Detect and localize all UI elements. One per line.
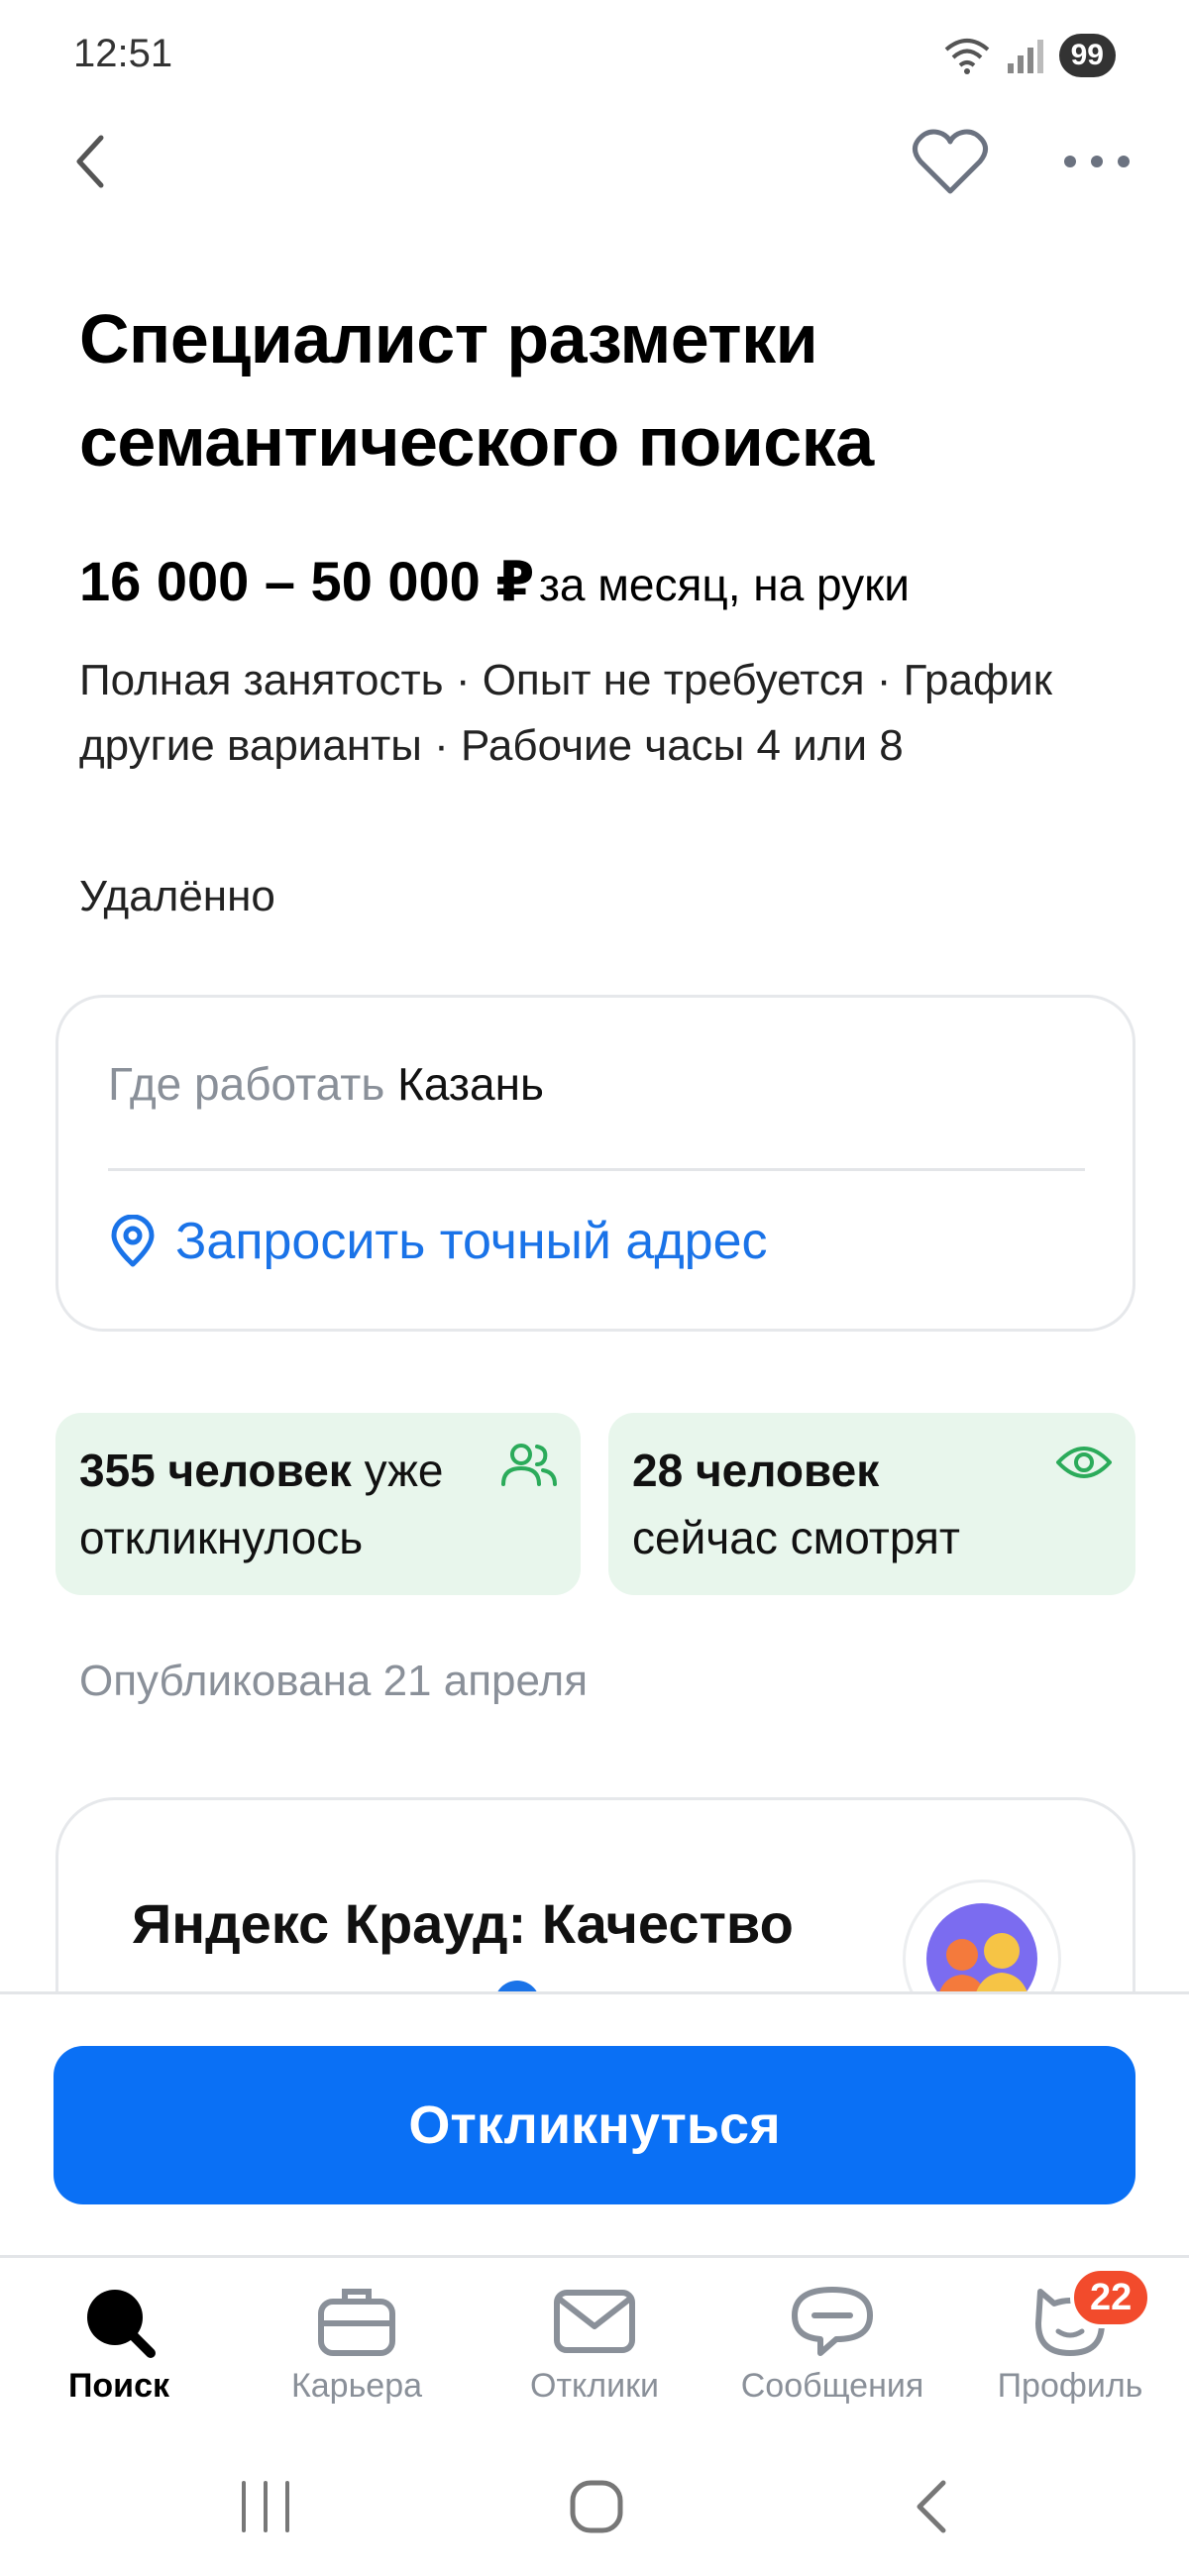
system-back-button[interactable] (882, 2467, 981, 2546)
location-label: Где работать (108, 1058, 385, 1110)
home-button[interactable] (547, 2467, 646, 2546)
salary-amount: 16 000 – 50 000 ₽ (79, 550, 535, 612)
signal-icon (1007, 40, 1043, 73)
heart-icon (913, 129, 988, 194)
tab-responses[interactable]: Отклики (476, 2258, 713, 2426)
location-card: Где работать Казань Запросить точный адр… (55, 995, 1135, 1332)
tab-search-label: Поиск (67, 2367, 170, 2405)
company-name: Яндекс Крауд: Качество (132, 1892, 794, 1955)
status-bar: 12:51 99 (0, 0, 1189, 119)
recent-apps-button[interactable] (216, 2467, 315, 2546)
top-nav (0, 119, 1189, 198)
location-pin-icon (111, 1215, 155, 1267)
vacancy-title: Специалист разметки семантического поиск… (79, 300, 874, 481)
wifi-icon (944, 39, 989, 74)
request-address-label: Запросить точный адрес (175, 1213, 768, 1270)
favorite-button[interactable] (906, 123, 995, 202)
tab-messages-label: Сообщения (740, 2367, 924, 2405)
viewing-stat-card: 28 человек сейчас смотрят (608, 1413, 1135, 1595)
divider (108, 1168, 1085, 1171)
chat-icon (792, 2287, 873, 2356)
location-row: Где работать Казань (108, 1057, 544, 1111)
profile-badge: 22 (1070, 2267, 1152, 2328)
back-button[interactable] (59, 127, 119, 196)
tab-profile-label: Профиль (997, 2367, 1143, 2405)
home-icon (570, 2480, 623, 2533)
tab-search[interactable]: Поиск (0, 2258, 238, 2426)
employment-conditions: Полная занятость · Опыт не требуется · Г… (79, 656, 1053, 770)
request-address-link[interactable]: Запросить точный адрес (108, 1212, 768, 1271)
status-time: 12:51 (73, 32, 173, 75)
viewing-stat-text: 28 человек сейчас смотрят (632, 1437, 960, 1571)
tab-career[interactable]: Карьера (238, 2258, 476, 2426)
more-options-button[interactable] (1054, 127, 1139, 196)
search-icon (87, 2290, 156, 2358)
location-city: Казань (397, 1058, 544, 1110)
salary-note: за месяц, на руки (538, 559, 910, 610)
chevron-left-icon (76, 135, 104, 188)
tab-profile[interactable]: Профиль (951, 2258, 1189, 2426)
bottom-tab-bar: Поиск Карьера Отклики Сообщения Профиль (0, 2255, 1189, 2427)
viewing-count: 28 человек (632, 1445, 880, 1496)
apply-panel: Откликнуться (0, 1991, 1189, 2255)
people-icon (501, 1444, 557, 1486)
envelope-icon (554, 2290, 635, 2353)
briefcase-icon (318, 2289, 395, 2356)
tab-responses-label: Отклики (530, 2367, 659, 2405)
work-format: Удалённо (79, 872, 275, 920)
applied-stat-card: 355 человек уже откликнулось (55, 1413, 581, 1595)
more-dots-icon (1064, 156, 1130, 167)
system-nav-bar (0, 2427, 1189, 2576)
tab-career-label: Карьера (290, 2367, 423, 2405)
recent-apps-icon (242, 2481, 289, 2532)
viewing-rest: сейчас смотрят (632, 1512, 960, 1563)
tab-messages[interactable]: Сообщения (713, 2258, 951, 2426)
applied-count: 355 человек (79, 1445, 352, 1496)
status-icons: 99 (942, 34, 1116, 77)
salary-line: 16 000 – 50 000 ₽ за месяц, на руки (79, 547, 1130, 631)
eye-icon (1056, 1447, 1112, 1478)
apply-button[interactable]: Откликнуться (54, 2046, 1135, 2204)
back-arrow-icon (917, 2480, 946, 2533)
published-date: Опубликована 21 апреля (79, 1657, 589, 1705)
battery-indicator: 99 (1058, 34, 1116, 77)
